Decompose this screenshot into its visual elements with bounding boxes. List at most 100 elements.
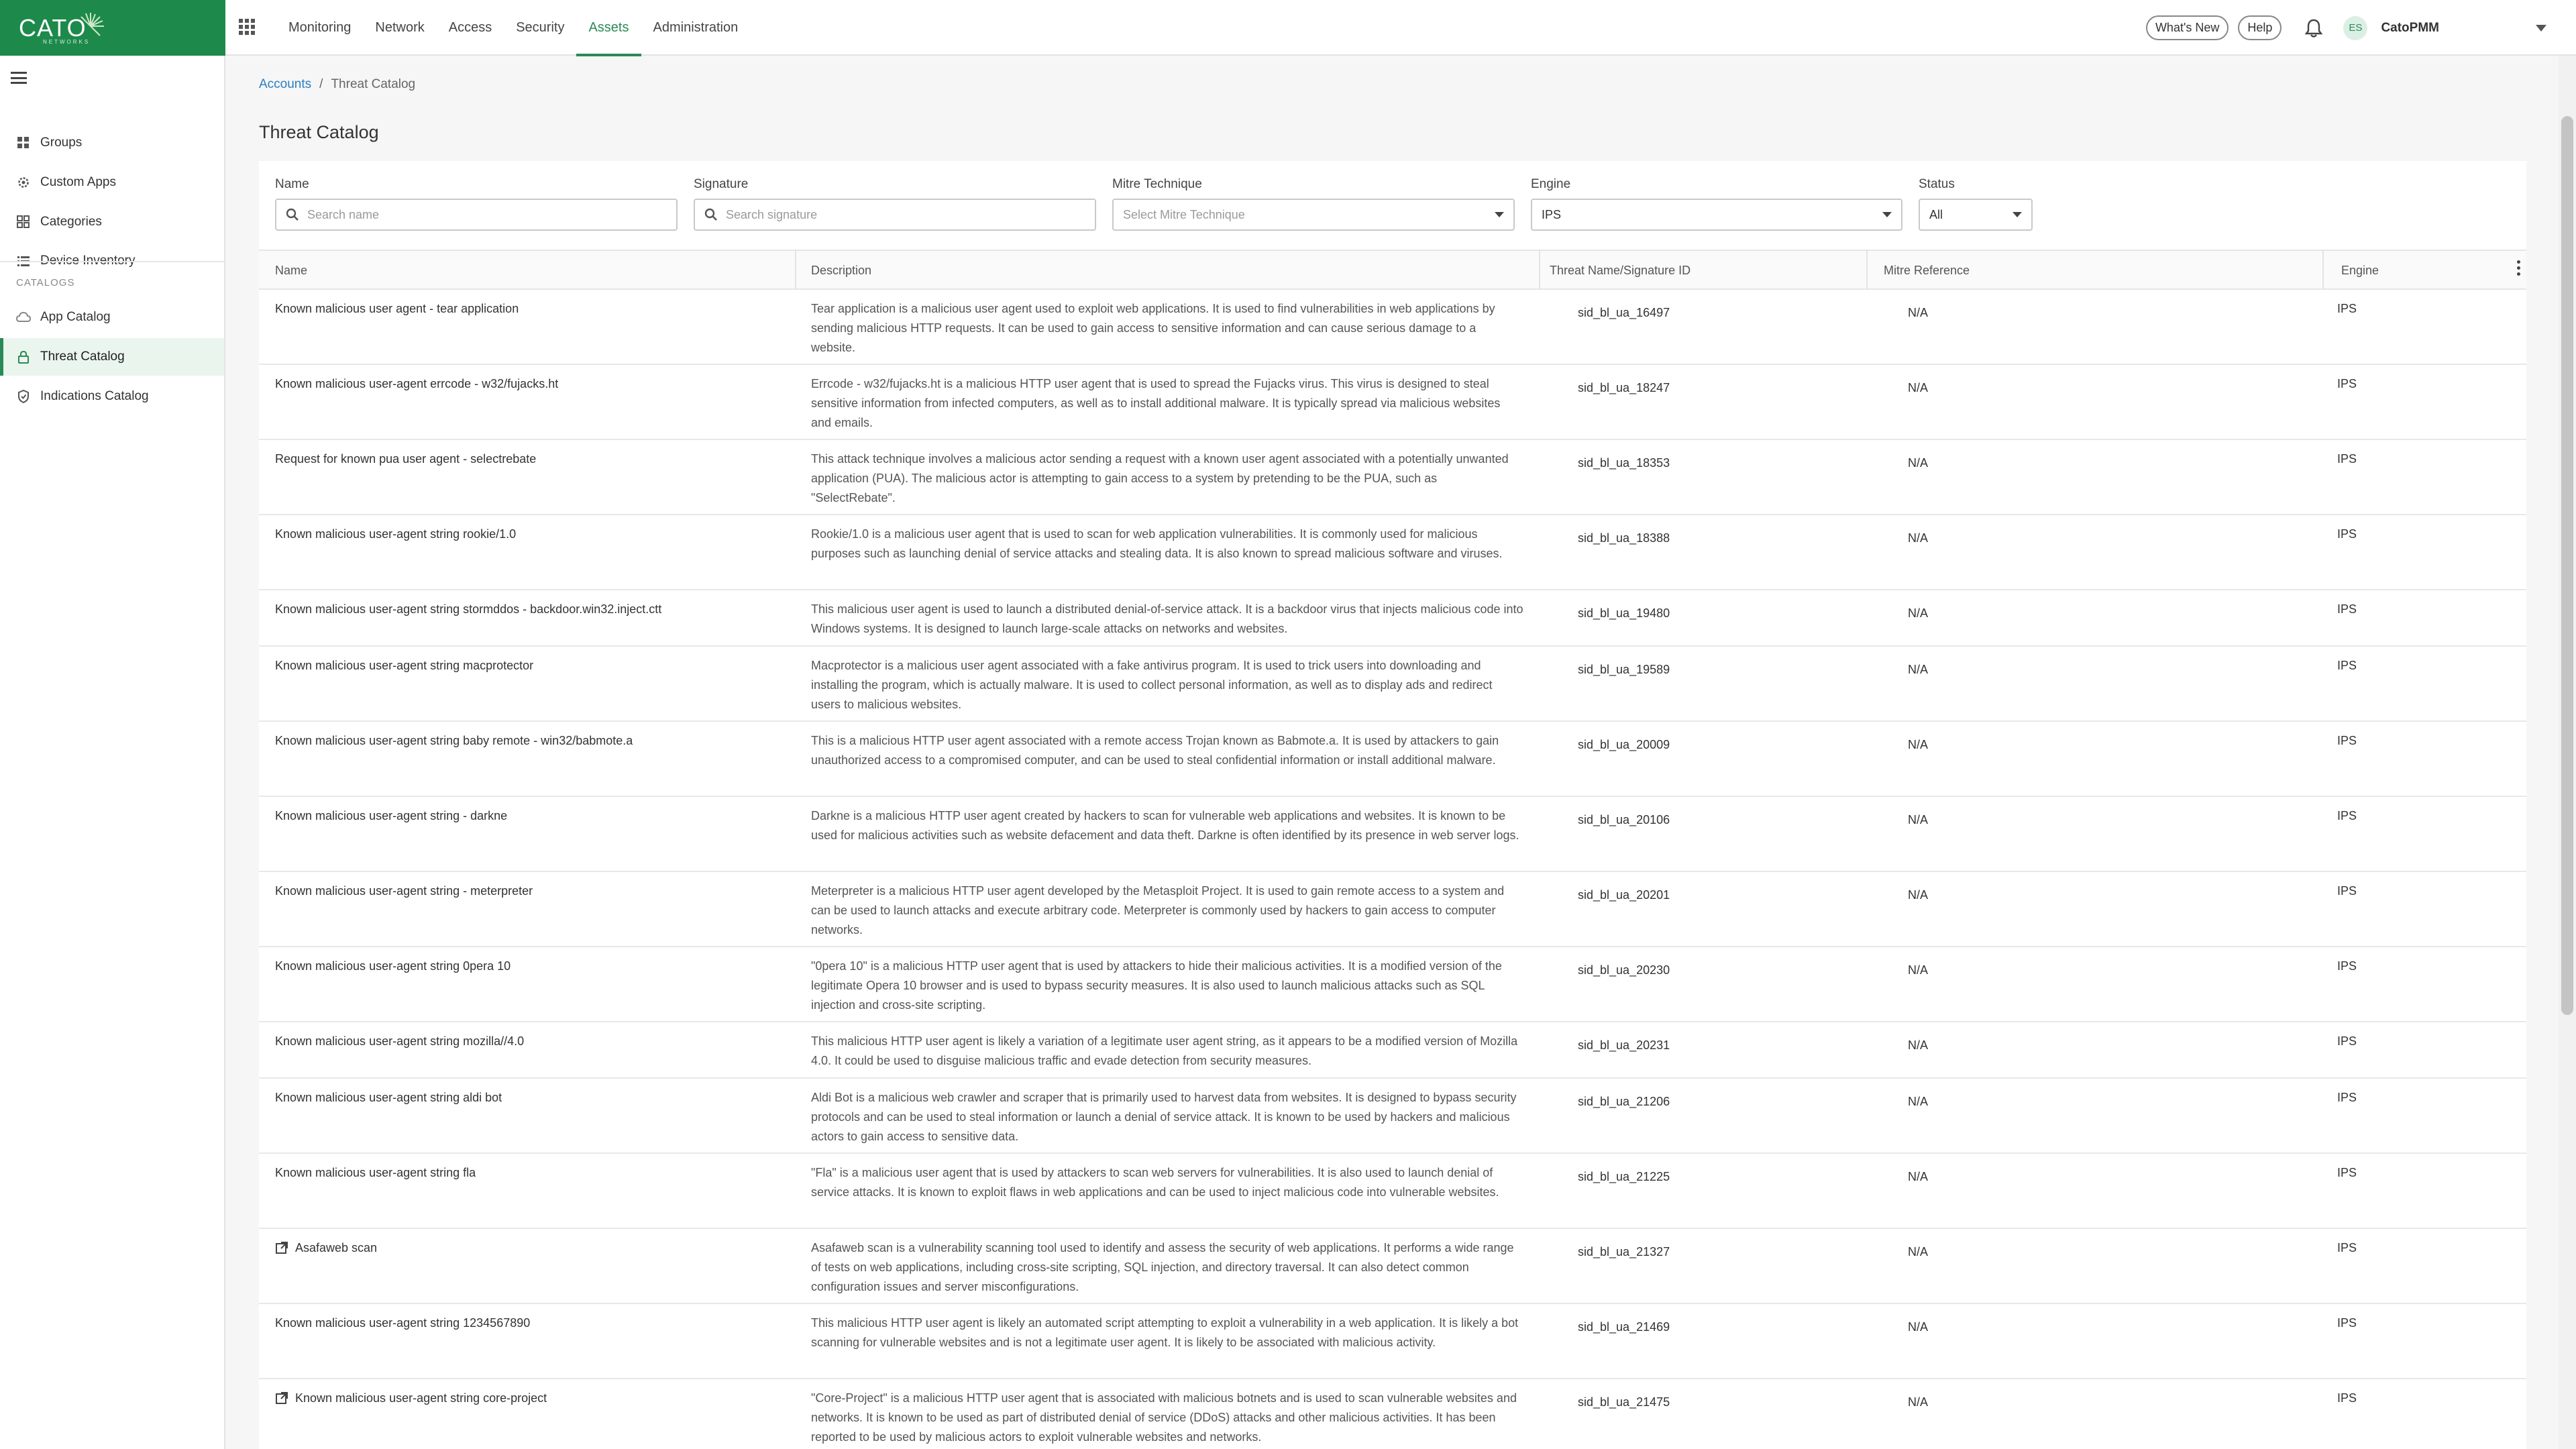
row-engine: IPS	[2337, 302, 2357, 315]
threat-name-link[interactable]: Known malicious user-agent string baby r…	[275, 731, 785, 751]
row-name-cell[interactable]: Known malicious user agent - tear applic…	[275, 299, 785, 319]
column-header-signature-id[interactable]: Threat Name/Signature ID	[1539, 251, 1690, 290]
threat-name-link[interactable]: Asafaweb scan	[275, 1238, 785, 1258]
mitre-select-placeholder: Select Mitre Technique	[1123, 207, 1245, 221]
row-description: Aldi Bot is a malicious web crawler and …	[811, 1091, 1517, 1143]
avatar[interactable]: ES	[2343, 15, 2368, 40]
column-header-name[interactable]: Name	[275, 251, 307, 290]
sidebar-item-categories[interactable]: Categories	[0, 203, 224, 241]
threat-name-link[interactable]: Known malicious user-agent string mozill…	[275, 1032, 785, 1051]
cato-logo[interactable]: CATO NETWORKS	[0, 0, 225, 56]
page-title: Threat Catalog	[259, 122, 379, 142]
breadcrumb-accounts-link[interactable]: Accounts	[259, 77, 311, 92]
table-row[interactable]: Known malicious user agent - tear applic…	[259, 290, 2526, 365]
sidebar-item-threat-catalog[interactable]: Threat Catalog	[0, 338, 224, 376]
row-name-cell[interactable]: Known malicious user-agent string aldi b…	[275, 1088, 785, 1108]
table-row[interactable]: Known malicious user-agent string rookie…	[259, 515, 2526, 590]
threat-name-link[interactable]: Known malicious user-agent string - mete…	[275, 881, 785, 901]
row-signature-id: sid_bl_ua_19480	[1578, 606, 1670, 620]
row-name-cell[interactable]: Request for known pua user agent - selec…	[275, 449, 785, 469]
table-row[interactable]: Known malicious user-agent string fla "Fl…	[259, 1154, 2526, 1229]
nav-assets[interactable]: Assets	[576, 0, 641, 56]
column-options-icon[interactable]	[2517, 260, 2521, 276]
external-link-icon[interactable]	[275, 1241, 288, 1254]
nav-network[interactable]: Network	[363, 0, 436, 56]
nav-administration[interactable]: Administration	[641, 0, 751, 56]
scrollbar-thumb[interactable]	[2561, 116, 2573, 1015]
threat-name-link[interactable]: Known malicious user-agent errcode - w32…	[275, 374, 785, 394]
row-name-cell[interactable]: Known malicious user-agent string baby r…	[275, 731, 785, 751]
table-row[interactable]: Request for known pua user agent - selec…	[259, 440, 2526, 515]
threat-name-link[interactable]: Known malicious user-agent string macpro…	[275, 656, 785, 676]
table-row[interactable]: Known malicious user-agent string - mete…	[259, 872, 2526, 947]
row-mitre-reference: N/A	[1908, 531, 1929, 545]
row-signature-id: sid_bl_ua_18388	[1578, 531, 1670, 545]
engine-select[interactable]: IPS	[1531, 199, 1902, 231]
whats-new-button[interactable]: What's New	[2145, 15, 2229, 40]
help-button[interactable]: Help	[2238, 15, 2282, 40]
table-row[interactable]: Known malicious user-agent string core-p…	[259, 1379, 2526, 1449]
row-name-cell[interactable]: Known malicious user-agent string stormd…	[275, 600, 785, 619]
threat-name: Known malicious user-agent string macpro…	[275, 659, 534, 672]
row-name-cell[interactable]: Asafaweb scan	[275, 1238, 785, 1258]
table-row[interactable]: Known malicious user-agent string 123456…	[259, 1304, 2526, 1379]
account-name[interactable]: CatoPMM	[2381, 21, 2439, 36]
row-name-cell[interactable]: Known malicious user-agent string rookie…	[275, 525, 785, 544]
sidebar-item-groups[interactable]: Groups	[0, 124, 224, 162]
row-name-cell[interactable]: Known malicious user-agent string mozill…	[275, 1032, 785, 1051]
sidebar-item-custom-apps[interactable]: Custom Apps	[0, 164, 224, 201]
table-body: Known malicious user agent - tear applic…	[259, 290, 2526, 1449]
row-name-cell[interactable]: Known malicious user-agent string macpro…	[275, 656, 785, 676]
signature-search-input[interactable]: Search signature	[694, 199, 1096, 231]
row-name-cell[interactable]: Known malicious user-agent string - mete…	[275, 881, 785, 901]
table-row[interactable]: Known malicious user-agent string stormd…	[259, 590, 2526, 647]
row-signature-id: sid_bl_ua_20106	[1578, 813, 1670, 826]
threat-name-link[interactable]: Known malicious user-agent string rookie…	[275, 525, 785, 544]
table-row[interactable]: Known malicious user-agent string 0pera …	[259, 947, 2526, 1022]
row-name-cell[interactable]: Known malicious user-agent string fla	[275, 1163, 785, 1183]
threat-name-link[interactable]: Known malicious user-agent string aldi b…	[275, 1088, 785, 1108]
row-engine: IPS	[2337, 734, 2357, 747]
row-name-cell[interactable]: Known malicious user-agent string 123456…	[275, 1313, 785, 1333]
table-row[interactable]: Known malicious user-agent string aldi b…	[259, 1079, 2526, 1154]
threat-name-link[interactable]: Known malicious user-agent string 123456…	[275, 1313, 785, 1333]
table-row[interactable]: Known malicious user-agent string macpro…	[259, 647, 2526, 722]
external-link-icon[interactable]	[275, 1391, 288, 1405]
row-engine: IPS	[2337, 1034, 2357, 1048]
sidebar-item-label: Groups	[40, 136, 83, 150]
row-name-cell[interactable]: Known malicious user-agent string core-p…	[275, 1389, 785, 1408]
sidebar-item-indications-catalog[interactable]: Indications Catalog	[0, 378, 224, 415]
threat-name-link[interactable]: Known malicious user-agent string stormd…	[275, 600, 785, 619]
threat-name-link[interactable]: Known malicious user-agent string fla	[275, 1163, 785, 1183]
nav-security[interactable]: Security	[504, 0, 576, 56]
row-name-cell[interactable]: Known malicious user-agent string - dark…	[275, 806, 785, 826]
column-header-mitre-reference[interactable]: Mitre Reference	[1866, 251, 1970, 290]
threat-name-link[interactable]: Known malicious user-agent string core-p…	[275, 1389, 785, 1408]
name-search-input[interactable]: Search name	[275, 199, 678, 231]
nav-access[interactable]: Access	[437, 0, 504, 56]
bell-icon[interactable]	[2303, 17, 2324, 39]
table-row[interactable]: Known malicious user-agent errcode - w32…	[259, 365, 2526, 440]
table-row[interactable]: Known malicious user-agent string baby r…	[259, 722, 2526, 797]
app-launcher-icon[interactable]	[239, 19, 255, 35]
row-signature-id: sid_bl_ua_21475	[1578, 1395, 1670, 1409]
vertical-scrollbar[interactable]	[2559, 56, 2576, 1449]
column-header-description[interactable]: Description	[795, 251, 871, 290]
sidebar-item-app-catalog[interactable]: App Catalog	[0, 299, 224, 336]
table-row[interactable]: Known malicious user-agent string mozill…	[259, 1022, 2526, 1079]
row-name-cell[interactable]: Known malicious user-agent string 0pera …	[275, 957, 785, 976]
menu-icon[interactable]	[11, 72, 27, 84]
threat-name-link[interactable]: Known malicious user agent - tear applic…	[275, 299, 785, 319]
mitre-technique-select[interactable]: Select Mitre Technique	[1112, 199, 1515, 231]
threat-name-link[interactable]: Known malicious user-agent string - dark…	[275, 806, 785, 826]
table-row[interactable]: Known malicious user-agent string - dark…	[259, 797, 2526, 872]
column-header-engine[interactable]: Engine	[2322, 251, 2379, 290]
threat-name-link[interactable]: Request for known pua user agent - selec…	[275, 449, 785, 469]
row-name-cell[interactable]: Known malicious user-agent errcode - w32…	[275, 374, 785, 394]
status-select[interactable]: All	[1919, 199, 2033, 231]
breadcrumb: Accounts / Threat Catalog	[259, 77, 415, 92]
chevron-down-icon[interactable]	[2536, 24, 2546, 32]
table-row[interactable]: Asafaweb scan Asafaweb scan is a vulnerab…	[259, 1229, 2526, 1304]
nav-monitoring[interactable]: Monitoring	[276, 0, 363, 56]
threat-name-link[interactable]: Known malicious user-agent string 0pera …	[275, 957, 785, 976]
